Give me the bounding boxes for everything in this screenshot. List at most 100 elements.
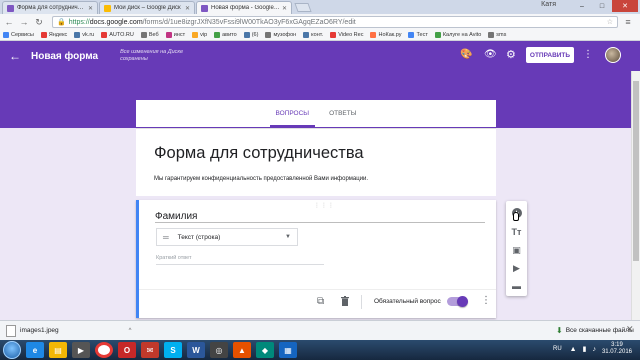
bookmark-item[interactable]: авито (214, 32, 237, 38)
bookmark-star-icon[interactable]: ☆ (607, 18, 613, 26)
palette-icon[interactable]: 🎨 (460, 49, 472, 60)
trash-icon[interactable] (341, 296, 349, 306)
bookmark-item[interactable]: инст (165, 32, 185, 38)
bookmark-label: авито (222, 32, 237, 38)
bookmark-item[interactable]: vk.ru (74, 32, 94, 38)
windows-taskbar: e ▤ ▶ O ✉ S W ◎ ▲ ◆ ▦ RU ▲ ▮ ♪ 3:19 31.0… (0, 340, 640, 360)
bookmark-favicon-icon (140, 32, 147, 38)
close-downloads-icon[interactable]: ✕ (626, 324, 634, 335)
show-all-downloads[interactable]: ⬇ Все скачанные файлы (556, 326, 634, 335)
more-options-icon[interactable]: ⋮ (481, 295, 491, 306)
menu-icon[interactable]: ≡ (622, 16, 634, 28)
form-description[interactable]: Мы гарантируем конфиденциальность предос… (154, 176, 368, 182)
chevron-up-icon[interactable]: ^ (129, 328, 132, 334)
drag-handle-icon[interactable]: ⋮⋮⋮ (314, 202, 335, 209)
media-player-icon[interactable]: ▶ (72, 342, 90, 358)
close-tab-icon[interactable]: ✕ (282, 5, 287, 12)
clock[interactable]: 3:19 31.07.2016 (602, 342, 632, 356)
bookmark-item[interactable]: Веб (140, 32, 159, 38)
browser-user-label[interactable]: Катя (541, 1, 556, 8)
reload-icon[interactable]: ↻ (33, 16, 45, 28)
bookmark-item[interactable]: Тест (408, 32, 428, 38)
browser-tab-drive[interactable]: Мой диск – Google Диск ✕ (99, 1, 195, 14)
add-section-icon[interactable]: ▬ (506, 281, 527, 291)
tab-questions[interactable]: ВОПРОСЫ (269, 100, 315, 127)
address-bar[interactable]: 🔒 https:// docs.google.com /forms/d/1ue8… (52, 16, 618, 28)
form-title[interactable]: Форма для сотрудничества (154, 144, 364, 163)
bookmark-item[interactable]: Video Rec (330, 32, 363, 38)
question-type-label: Текст (строка) (177, 233, 221, 241)
settings-gear-icon[interactable]: ⚙ (506, 48, 516, 61)
bookmark-favicon-icon (408, 32, 415, 38)
scrollbar-thumb[interactable] (633, 81, 639, 261)
bookmark-item[interactable]: Калуге на Avito (434, 32, 481, 38)
browser-tab-new-form[interactable]: Новая форма - Google Ф... ✕ (196, 1, 292, 14)
ie-icon[interactable]: e (26, 342, 44, 358)
tray-arrow-icon[interactable]: ▲ (570, 346, 577, 353)
short-text-icon: ═ (163, 232, 169, 242)
preview-eye-icon[interactable]: 👁 (484, 49, 497, 60)
minimize-icon[interactable]: – (572, 0, 592, 12)
tab-responses[interactable]: ОТВЕТЫ (329, 100, 356, 127)
chrome-icon[interactable] (95, 342, 113, 358)
duplicate-icon[interactable]: ⧉ (317, 296, 324, 307)
forward-icon[interactable]: → (18, 16, 30, 28)
bookmark-item[interactable]: sms (488, 32, 506, 38)
question-card[interactable]: ⋮⋮⋮ Фамилия ═ Текст (строка) ▼ Краткий о… (136, 200, 496, 318)
app-icon[interactable]: ◎ (210, 342, 228, 358)
bookmark-label: sms (496, 32, 507, 38)
bookmark-item[interactable]: Яндекс (40, 32, 67, 38)
bookmark-label: vk.ru (82, 32, 95, 38)
back-arrow-icon[interactable]: ← (0, 49, 30, 63)
volume-icon[interactable]: ♪ (592, 346, 596, 353)
close-tab-icon[interactable]: ✕ (88, 5, 93, 12)
browser-tab-form[interactable]: Форма для сотрудничест... ✕ (2, 1, 98, 14)
question-type-select[interactable]: ═ Текст (строка) ▼ (156, 228, 298, 246)
file-icon (6, 324, 16, 337)
language-indicator[interactable]: RU (553, 346, 562, 352)
close-window-icon[interactable]: ✕ (612, 0, 638, 12)
page-scrollbar[interactable] (631, 71, 640, 320)
bookmark-item[interactable]: музофон (265, 32, 296, 38)
window-controls: – □ ✕ (572, 0, 638, 12)
browser-tab-strip: Форма для сотрудничест... ✕ Мой диск – G… (0, 0, 640, 14)
avatar[interactable] (605, 47, 621, 63)
download-item[interactable]: images1.jpeg ^ (6, 324, 132, 337)
bookmark-favicon-icon (303, 32, 310, 38)
word-icon[interactable]: W (187, 342, 205, 358)
app-icon[interactable]: ◆ (256, 342, 274, 358)
start-button[interactable] (3, 341, 21, 359)
close-tab-icon[interactable]: ✕ (185, 5, 190, 12)
required-toggle[interactable] (447, 296, 468, 307)
send-button[interactable]: ОТПРАВИТЬ (526, 47, 574, 63)
app-icon[interactable]: ✉ (141, 342, 159, 358)
back-icon[interactable]: ← (3, 16, 15, 28)
bookmark-item[interactable]: НоКак.ру (370, 32, 401, 38)
skype-icon[interactable]: S (164, 342, 182, 358)
more-vert-icon[interactable]: ⋮ (583, 49, 593, 60)
bookmark-favicon-icon (192, 32, 199, 38)
maximize-icon[interactable]: □ (592, 0, 612, 12)
bookmark-item[interactable]: AUTO.RU (101, 32, 134, 38)
url-path: /forms/d/1ue8izgrJXfN35vFssi9lW00TkAO3yF… (142, 18, 356, 26)
explorer-icon[interactable]: ▤ (49, 342, 67, 358)
add-video-icon[interactable]: ▶ (506, 263, 527, 274)
form-name[interactable]: Новая форма (31, 51, 98, 62)
app-icon[interactable]: ▲ (233, 342, 251, 358)
add-title-icon[interactable]: Tт (506, 227, 527, 237)
bookmark-item[interactable]: Сервисы (3, 32, 34, 38)
bookmark-favicon-icon (434, 32, 441, 38)
opera-icon[interactable]: O (118, 342, 136, 358)
new-tab-button[interactable] (294, 3, 312, 12)
bookmark-item[interactable]: vip (192, 32, 207, 38)
bookmark-label: Веб (148, 32, 159, 38)
short-answer-underline (156, 264, 324, 265)
download-file-name: images1.jpeg (20, 327, 59, 334)
question-title-input[interactable]: Фамилия (155, 211, 197, 222)
network-icon[interactable]: ▮ (583, 345, 587, 353)
bookmark-item[interactable]: конт. (303, 32, 323, 38)
bookmark-label: Сервисы (11, 32, 34, 38)
bookmark-item[interactable]: (6) (243, 32, 258, 38)
app-icon[interactable]: ▦ (279, 342, 297, 358)
add-image-icon[interactable]: ▣ (506, 245, 527, 256)
